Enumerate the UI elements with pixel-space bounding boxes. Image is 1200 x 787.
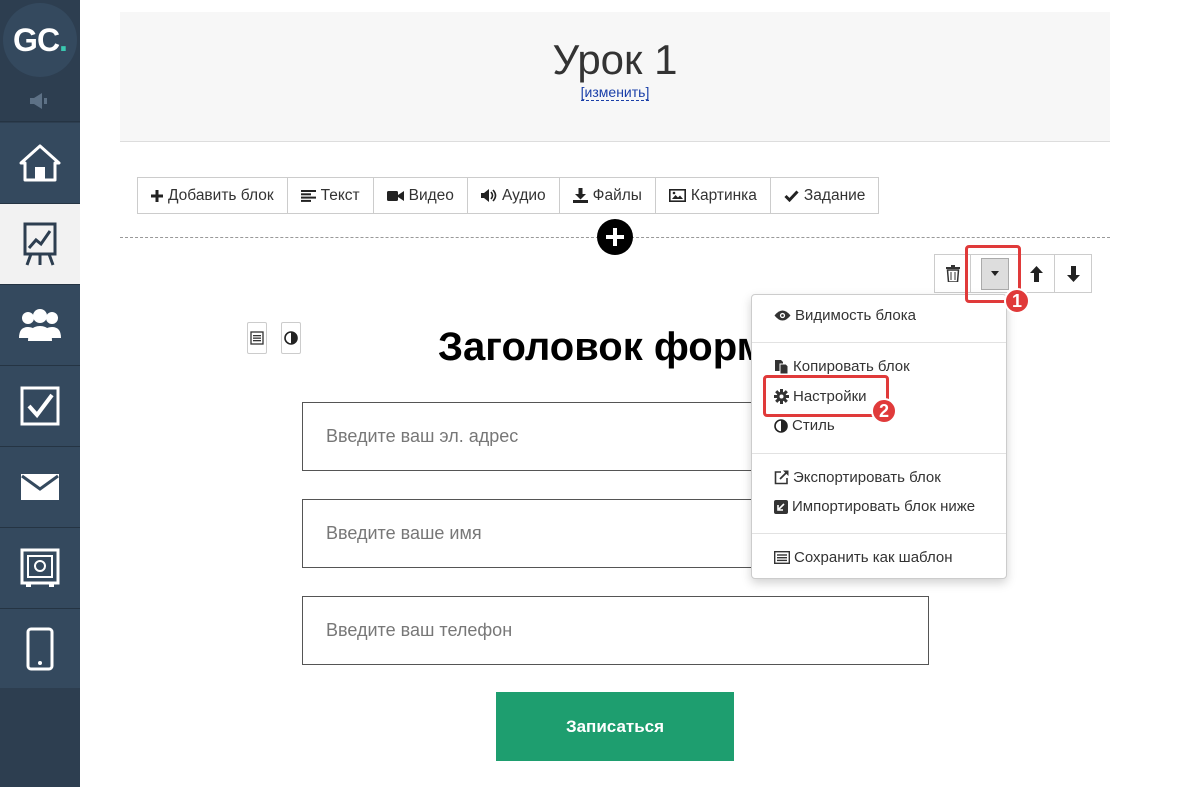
trash-icon <box>945 265 960 282</box>
menu-import-label: Импортировать блок ниже <box>792 498 976 515</box>
logo-text: GC <box>13 21 60 58</box>
step-badge-2: 2 <box>871 398 897 424</box>
sidebar-item-sales[interactable] <box>0 528 80 609</box>
insert-block-button[interactable] <box>597 219 633 255</box>
mobile-icon <box>26 627 54 671</box>
add-block-label: Добавить блок <box>168 186 274 204</box>
logo[interactable]: GC. <box>0 0 80 80</box>
menu-divider <box>752 453 1006 454</box>
import-icon <box>774 499 788 514</box>
template-list-icon <box>774 551 790 564</box>
contrast-icon <box>774 418 788 433</box>
video-label: Видео <box>408 186 454 204</box>
sidebar-item-tasks[interactable] <box>0 366 80 447</box>
menu-save-template-label: Сохранить как шаблон <box>794 549 953 566</box>
megaphone-icon <box>30 92 47 109</box>
step-badge-1: 1 <box>1004 288 1030 314</box>
logo-badge: GC. <box>3 3 77 77</box>
sidebar-nav <box>0 123 80 690</box>
sidebar-item-users[interactable] <box>0 285 80 366</box>
move-up-button[interactable] <box>1019 255 1055 292</box>
sidebar-item-training[interactable] <box>0 204 80 285</box>
mail-icon <box>21 474 59 500</box>
video-button[interactable]: Видео <box>374 178 468 213</box>
task-button[interactable]: Задание <box>771 178 879 213</box>
image-button[interactable]: Картинка <box>656 178 771 213</box>
form-title: Заголовок формы <box>438 325 801 369</box>
external-link-icon <box>774 470 789 485</box>
audio-label: Аудио <box>501 186 546 204</box>
image-label: Картинка <box>690 186 757 204</box>
eye-icon <box>774 310 791 321</box>
safe-icon <box>20 548 60 587</box>
video-camera-icon <box>386 190 404 201</box>
block-toolbar: Добавить блок Текст Видео Аудио Файлы Ка… <box>137 177 880 214</box>
submit-button[interactable]: Записаться <box>496 692 734 761</box>
block-dropdown-menu: Видимость блока Копировать блок Настройк… <box>751 294 1007 579</box>
users-icon <box>19 309 61 341</box>
menu-item-style[interactable]: Стиль <box>774 417 835 434</box>
arrow-up-icon <box>1030 265 1043 282</box>
add-block-button[interactable]: Добавить блок <box>138 178 288 213</box>
copy-icon <box>775 359 789 374</box>
sidebar: GC. <box>0 0 80 787</box>
lesson-title: Урок 1 <box>552 36 678 83</box>
menu-item-save-template[interactable]: Сохранить как шаблон <box>774 549 953 566</box>
audio-button[interactable]: Аудио <box>468 178 560 213</box>
menu-divider <box>752 533 1006 534</box>
speaker-icon <box>480 189 497 202</box>
files-label: Файлы <box>592 186 642 204</box>
menu-visibility-label: Видимость блока <box>795 307 916 324</box>
menu-style-label: Стиль <box>792 417 835 434</box>
lesson-header: Урок 1 [изменить] <box>120 12 1110 142</box>
home-icon <box>19 144 61 182</box>
contrast-icon <box>284 331 298 345</box>
menu-item-export[interactable]: Экспортировать блок <box>774 469 941 486</box>
sidebar-item-messages[interactable] <box>0 447 80 528</box>
plus-icon <box>151 189 163 202</box>
form-settings-button[interactable] <box>247 322 267 354</box>
menu-copy-label: Копировать блок <box>793 358 910 375</box>
download-icon <box>572 188 588 203</box>
announcements-button[interactable] <box>0 80 80 122</box>
arrow-down-icon <box>1066 265 1080 282</box>
menu-export-label: Экспортировать блок <box>793 469 941 486</box>
menu-item-import[interactable]: Импортировать блок ниже <box>774 498 975 515</box>
plus-icon <box>606 228 624 246</box>
sidebar-item-home[interactable] <box>0 123 80 204</box>
menu-item-copy[interactable]: Копировать блок <box>774 358 910 375</box>
form-list-icon <box>250 331 264 345</box>
presentation-chart-icon <box>23 222 57 266</box>
logo-dot: . <box>59 21 68 58</box>
menu-divider <box>752 342 1006 343</box>
text-button[interactable]: Текст <box>288 178 374 213</box>
edit-title-link[interactable]: [изменить] <box>580 84 650 101</box>
checkbox-icon <box>20 386 60 426</box>
phone-field[interactable]: Введите ваш телефон <box>302 596 929 665</box>
text-label: Текст <box>320 186 360 204</box>
text-align-icon <box>300 189 316 202</box>
sidebar-item-mobile[interactable] <box>0 609 80 690</box>
sidebar-footer <box>0 688 80 787</box>
check-icon <box>784 189 799 202</box>
move-down-button[interactable] <box>1055 255 1091 292</box>
picture-icon <box>668 189 686 202</box>
files-button[interactable]: Файлы <box>560 178 656 213</box>
menu-item-visibility[interactable]: Видимость блока <box>774 307 916 324</box>
form-style-button[interactable] <box>281 322 301 354</box>
task-label: Задание <box>803 186 866 204</box>
